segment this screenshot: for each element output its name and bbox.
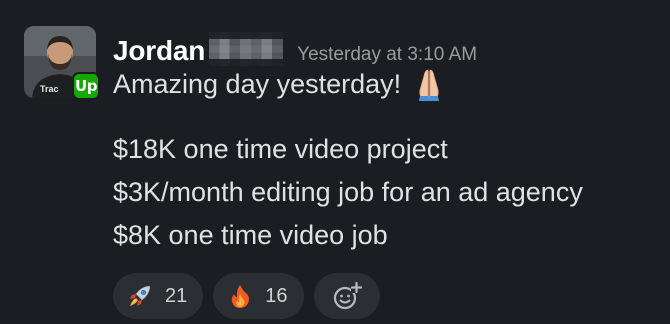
add-reaction-button[interactable] bbox=[313, 273, 380, 319]
reaction-fire[interactable]: 16 bbox=[213, 273, 304, 319]
message-first-line: Amazing day yesterday! bbox=[113, 66, 650, 102]
message-line: $8K one time video job bbox=[113, 220, 388, 250]
avatar-container[interactable]: Trac Up bbox=[24, 26, 100, 100]
add-reaction-icon bbox=[333, 281, 362, 310]
folded-hands-icon bbox=[419, 69, 440, 101]
upwork-app-badge: Up bbox=[72, 72, 100, 100]
chat-message: Trac Up Jordan Yesterday at 3:10 AM Amaz… bbox=[0, 0, 670, 324]
rocket-icon bbox=[130, 285, 151, 306]
reactions-bar: 21 16 bbox=[113, 273, 650, 319]
message-header: Jordan Yesterday at 3:10 AM bbox=[113, 26, 650, 66]
message-line: $18K one time video project bbox=[113, 134, 448, 164]
message-body: $18K one time video project $3K/month ed… bbox=[113, 128, 650, 257]
redacted-surname bbox=[209, 32, 284, 66]
message-text: Amazing day yesterday! bbox=[113, 69, 402, 99]
reaction-rocket[interactable]: 21 bbox=[113, 273, 204, 319]
sender-name[interactable]: Jordan bbox=[113, 35, 205, 67]
message-line: $3K/month editing job for an ad agency bbox=[113, 177, 583, 207]
fire-icon bbox=[231, 285, 250, 308]
svg-text:Trac: Trac bbox=[40, 84, 59, 94]
reaction-count: 16 bbox=[265, 284, 288, 307]
message-timestamp[interactable]: Yesterday at 3:10 AM bbox=[297, 44, 477, 66]
reaction-count: 21 bbox=[165, 284, 188, 307]
message-content: Jordan Yesterday at 3:10 AM Amazing day … bbox=[113, 26, 650, 319]
